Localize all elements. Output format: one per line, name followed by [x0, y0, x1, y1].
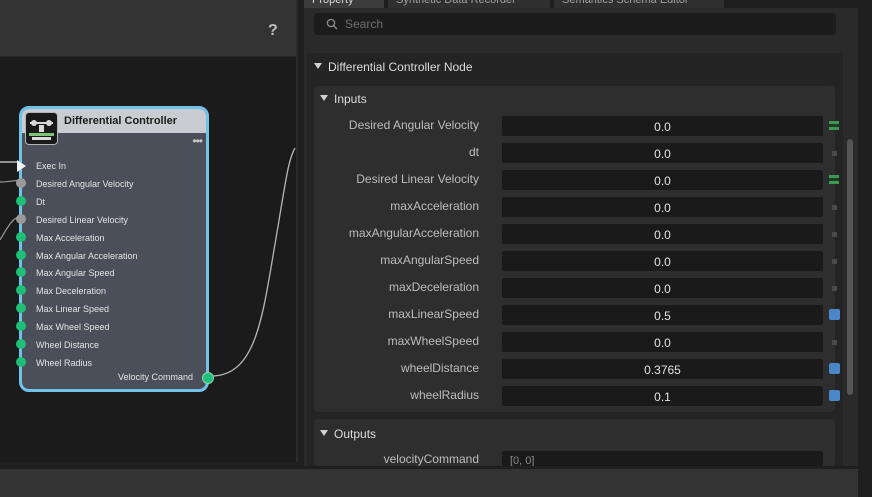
property-field-desired-angular-velocity[interactable]: 0.0 — [502, 116, 823, 136]
property-value-desired-angular-velocity: 0.0 — [654, 120, 671, 134]
scrollbar-thumb[interactable] — [847, 139, 853, 395]
pin-wheel-radius[interactable] — [16, 356, 26, 367]
default-indicator-icon[interactable] — [832, 259, 837, 264]
pin-dt[interactable] — [16, 195, 26, 206]
pin-max-angular-acceleration[interactable] — [16, 249, 26, 260]
search-input[interactable]: Search — [345, 17, 383, 31]
pin-max-angular-speed[interactable] — [16, 267, 26, 278]
pin-wheel-distance[interactable] — [16, 339, 26, 349]
pin-max-deceleration[interactable] — [16, 285, 26, 296]
property-label-desired-linear-velocity: Desired Linear Velocity — [356, 172, 479, 186]
default-indicator-icon[interactable] — [832, 286, 837, 291]
port-label-velocity-command: Velocity Command — [117, 372, 193, 382]
property-value-wheel-distance: 0.3765 — [644, 363, 681, 377]
property-value-desired-linear-velocity: 0.0 — [654, 174, 671, 188]
property-field-max-wheel-speed[interactable]: 0.0 — [502, 332, 823, 352]
section-differential-controller-node[interactable]: Differential Controller Node — [328, 60, 473, 74]
port-label-max-acceleration: Max Acceleration — [36, 232, 105, 243]
tab-property[interactable]: Property — [304, 0, 384, 8]
bottom-bar — [0, 469, 858, 497]
property-value-max-angular-acceleration: 0.0 — [654, 228, 671, 242]
pin-max-acceleration[interactable] — [16, 231, 26, 242]
controller-node-icon — [25, 112, 58, 145]
property-field-dt[interactable]: 0.0 — [502, 143, 823, 163]
property-label-desired-angular-velocity: Desired Angular Velocity — [348, 118, 479, 132]
property-label-max-linear-speed: maxLinearSpeed — [388, 307, 479, 321]
property-window: Property Synthetic Data Recorder Semanti… — [304, 0, 858, 466]
property-content: Differential Controller Node Inputs Desi… — [307, 53, 853, 466]
property-value-dt: 0.0 — [654, 147, 671, 161]
property-field-max-acceleration[interactable]: 0.0 — [502, 197, 823, 217]
search-icon — [326, 18, 338, 30]
pin-velocity-command[interactable] — [202, 372, 214, 384]
outputs-section: Outputs velocityCommand [0, 0] — [314, 419, 835, 466]
property-value-max-angular-speed: 0.0 — [654, 255, 671, 269]
tab-bar: Property Synthetic Data Recorder Semanti… — [304, 0, 858, 8]
tab-synthetic-data-recorder[interactable]: Synthetic Data Recorder — [388, 0, 550, 8]
property-field-desired-linear-velocity[interactable]: 0.0 — [502, 170, 823, 190]
port-label-max-deceleration: Max Deceleration — [36, 286, 107, 297]
property-label-max-wheel-speed: maxWheelSpeed — [387, 334, 479, 348]
section-inputs[interactable]: Inputs — [334, 92, 367, 106]
property-label-wheel-distance: wheelDistance — [400, 361, 479, 375]
port-label-exec-in: Exec In — [36, 161, 67, 171]
inputs-section: Inputs Desired Angular Velocity 0.0 dt 0.0 D… — [314, 86, 840, 412]
property-field-max-deceleration[interactable]: 0.0 — [502, 278, 823, 298]
property-field-wheel-radius[interactable]: 0.1 — [502, 386, 823, 406]
triangle-down-icon[interactable] — [320, 429, 328, 437]
tab-semantics-schema-editor[interactable]: Semantics Schema Editor — [554, 0, 724, 8]
default-indicator-icon[interactable] — [832, 151, 837, 156]
node-menu-button[interactable]: ••• — [192, 134, 203, 148]
triangle-down-icon[interactable] — [320, 94, 328, 102]
property-label-dt: dt — [468, 145, 479, 159]
property-label-wheel-radius: wheelRadius — [410, 388, 479, 402]
modified-indicator-icon[interactable] — [829, 363, 840, 374]
default-indicator-icon[interactable] — [832, 340, 837, 345]
modified-indicator-icon[interactable] — [829, 309, 840, 320]
port-label-max-angular-acceleration: Max Angular Acceleration — [36, 250, 138, 261]
default-indicator-icon[interactable] — [832, 205, 837, 210]
property-label-max-angular-speed: maxAngularSpeed — [380, 253, 479, 267]
property-field-wheel-distance[interactable]: 0.3765 — [502, 359, 823, 379]
property-label-max-deceleration: maxDeceleration — [388, 280, 479, 294]
port-label-desired-angular-velocity: Desired Angular Velocity — [36, 178, 134, 189]
port-label-wheel-distance: Wheel Distance — [36, 340, 100, 350]
property-value-max-acceleration: 0.0 — [654, 201, 671, 215]
wire-velocity-command — [208, 147, 296, 377]
triangle-down-icon[interactable] — [314, 62, 322, 70]
property-value-max-linear-speed: 0.5 — [654, 309, 671, 323]
property-label-max-angular-acceleration: maxAngularAcceleration — [348, 226, 479, 240]
port-label-desired-linear-velocity: Desired Linear Velocity — [36, 214, 129, 225]
section-outputs[interactable]: Outputs — [334, 427, 376, 441]
modified-indicator-icon[interactable] — [829, 390, 840, 401]
connected-indicator-icon[interactable] — [829, 121, 839, 130]
property-field-max-angular-speed[interactable]: 0.0 — [502, 251, 823, 271]
output-value-velocity-command: [0, 0] — [510, 455, 535, 466]
pin-desired-linear-velocity[interactable] — [16, 213, 26, 224]
differential-controller-node[interactable]: Differential Controller ••• Exec In Desir… — [16, 106, 214, 392]
output-label-velocity-command: velocityCommand — [383, 452, 479, 466]
port-label-dt: Dt — [36, 196, 45, 207]
property-value-wheel-radius: 0.1 — [654, 390, 671, 404]
property-field-max-angular-acceleration[interactable]: 0.0 — [502, 224, 823, 244]
port-label-wheel-radius: Wheel Radius — [36, 357, 93, 368]
property-value-max-wheel-speed: 0.0 — [654, 336, 671, 350]
node-title: Differential Controller — [64, 115, 178, 127]
pin-desired-angular-velocity[interactable] — [16, 177, 26, 188]
port-label-max-angular-speed: Max Angular Speed — [36, 268, 115, 279]
search-bar[interactable]: Search — [314, 13, 836, 35]
port-label-max-wheel-speed: Max Wheel Speed — [36, 322, 110, 333]
output-field-velocity-command: [0, 0] — [502, 451, 823, 466]
default-indicator-icon[interactable] — [832, 232, 837, 237]
graph-editor-panel: ? Differential Controller ••• Exec In Des… — [0, 0, 298, 462]
property-label-max-acceleration: maxAcceleration — [390, 199, 479, 213]
connected-indicator-icon[interactable] — [829, 175, 839, 184]
pin-max-linear-speed[interactable] — [16, 303, 26, 314]
property-field-max-linear-speed[interactable]: 0.5 — [502, 305, 823, 325]
port-label-max-linear-speed: Max Linear Speed — [36, 304, 110, 315]
pin-max-wheel-speed[interactable] — [16, 321, 26, 332]
pin-exec-in[interactable] — [17, 160, 26, 172]
property-value-max-deceleration: 0.0 — [654, 282, 671, 296]
